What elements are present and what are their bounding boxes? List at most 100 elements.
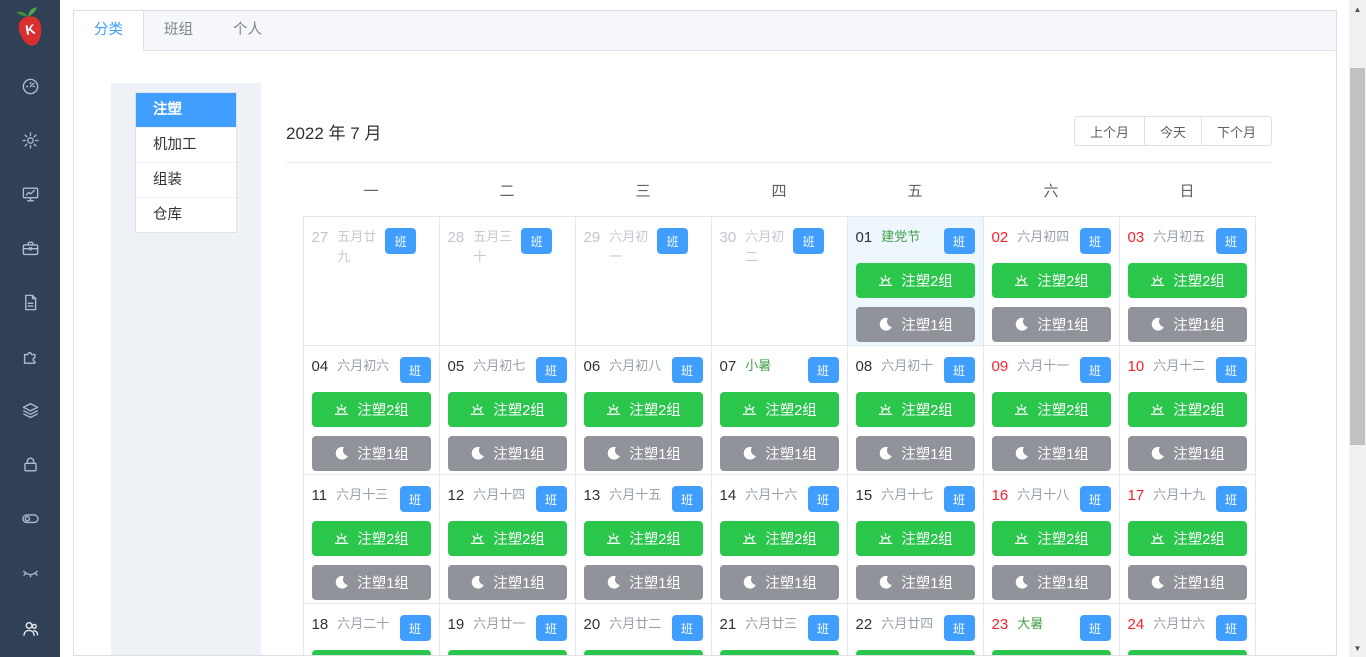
shift-badge[interactable]: 班 (1215, 228, 1247, 254)
scrollbar-thumb[interactable] (1350, 68, 1365, 445)
day-shift-button[interactable]: 注塑2组 (719, 392, 839, 427)
shift-badge[interactable]: 班 (1079, 228, 1111, 254)
day-shift-button[interactable]: 注塑2组 (1127, 521, 1247, 556)
night-shift-button[interactable]: 注塑1组 (855, 436, 975, 471)
day-shift-button[interactable]: 注塑2组 (1127, 263, 1247, 298)
lock-icon[interactable] (0, 437, 60, 491)
shift-badge[interactable]: 班 (1079, 357, 1111, 383)
tab-1[interactable]: 班组 (144, 11, 213, 50)
weekday-header: 日 (1179, 183, 1195, 200)
night-shift-button[interactable]: 注塑1组 (447, 436, 567, 471)
shift-badge[interactable]: 班 (943, 615, 975, 641)
night-shift-button[interactable]: 注塑1组 (583, 565, 703, 600)
category-item-0[interactable]: 注塑 (136, 93, 236, 128)
shift-badge[interactable]: 班 (657, 228, 689, 254)
night-shift-button[interactable]: 注塑1组 (1127, 565, 1247, 600)
day-shift-button[interactable]: 注塑2组 (1127, 392, 1247, 427)
day-shift-button[interactable]: 注塑2组 (447, 392, 567, 427)
day-shift-button[interactable]: 注塑2组 (311, 521, 431, 556)
day-shift-button[interactable]: 注塑2组 (991, 392, 1111, 427)
shift-badge[interactable]: 班 (1215, 357, 1247, 383)
toggle-icon[interactable] (0, 491, 60, 545)
day-shift-button[interactable]: 注塑2组 (719, 521, 839, 556)
day-shift-button[interactable]: 注塑2组 (719, 650, 839, 655)
puzzle-icon[interactable] (0, 329, 60, 383)
shift-badge[interactable]: 班 (535, 357, 567, 383)
day-shift-button[interactable]: 注塑2组 (447, 650, 567, 655)
shift-badge[interactable]: 班 (671, 357, 703, 383)
day-shift-button[interactable]: 注塑2组 (311, 392, 431, 427)
day-shift-button[interactable]: 注塑2组 (583, 392, 703, 427)
day-shift-button[interactable]: 注塑2组 (855, 521, 975, 556)
eye-closed-icon[interactable] (0, 545, 60, 599)
shift-badge[interactable]: 班 (807, 486, 839, 512)
settings-icon[interactable] (0, 113, 60, 167)
category-item-2[interactable]: 组装 (136, 163, 236, 198)
shift-badge[interactable]: 班 (943, 357, 975, 383)
day-shift-button[interactable]: 注塑2组 (583, 650, 703, 655)
night-shift-button[interactable]: 注塑1组 (855, 307, 975, 342)
day-shift-button[interactable]: 注塑2组 (991, 521, 1111, 556)
tab-2[interactable]: 个人 (213, 11, 282, 50)
day-shift-button[interactable]: 注塑2组 (855, 392, 975, 427)
night-shift-button[interactable]: 注塑1组 (1127, 436, 1247, 471)
document-icon[interactable] (0, 275, 60, 329)
scroll-up-arrow[interactable]: ▲ (1349, 1, 1366, 17)
day-shift-button[interactable]: 注塑2组 (991, 263, 1111, 298)
shift-badge[interactable]: 班 (535, 486, 567, 512)
night-shift-button[interactable]: 注塑1组 (1127, 307, 1247, 342)
shift-badge[interactable]: 班 (671, 486, 703, 512)
night-shift-label: 注塑1组 (493, 447, 545, 463)
night-shift-button[interactable]: 注塑1组 (311, 565, 431, 600)
app-logo[interactable]: K (9, 5, 51, 51)
page-scrollbar[interactable]: ▲ ▼ (1349, 0, 1366, 657)
day-shift-button[interactable]: 注塑2组 (991, 650, 1111, 655)
shift-badge[interactable]: 班 (807, 615, 839, 641)
tab-0[interactable]: 分类 (74, 11, 144, 51)
day-shift-button[interactable]: 注塑2组 (855, 650, 975, 655)
shift-badge[interactable]: 班 (671, 615, 703, 641)
monitor-chart-icon[interactable] (0, 167, 60, 221)
shift-badge[interactable]: 班 (793, 228, 825, 254)
day-shift-button[interactable]: 注塑2组 (583, 521, 703, 556)
shift-badge[interactable]: 班 (807, 357, 839, 383)
night-shift-button[interactable]: 注塑1组 (311, 436, 431, 471)
day-shift-button[interactable]: 注塑2组 (855, 263, 975, 298)
layers-icon[interactable] (0, 383, 60, 437)
night-shift-button[interactable]: 注塑1组 (991, 436, 1111, 471)
category-item-1[interactable]: 机加工 (136, 128, 236, 163)
shift-badge[interactable]: 班 (1215, 486, 1247, 512)
shift-badge[interactable]: 班 (1215, 615, 1247, 641)
calendar-cell: 30 六月初二班 (711, 217, 848, 346)
shift-badge[interactable]: 班 (943, 228, 975, 254)
shift-badge[interactable]: 班 (521, 228, 553, 254)
scroll-down-arrow[interactable]: ▼ (1349, 640, 1366, 656)
night-shift-button[interactable]: 注塑1组 (719, 436, 839, 471)
briefcase-icon[interactable] (0, 221, 60, 275)
shift-badge[interactable]: 班 (399, 486, 431, 512)
today-button[interactable]: 今天 (1143, 117, 1201, 145)
shift-badge[interactable]: 班 (1079, 486, 1111, 512)
day-shift-button[interactable]: 注塑2组 (447, 521, 567, 556)
night-shift-button[interactable]: 注塑1组 (583, 436, 703, 471)
shift-badge[interactable]: 班 (943, 486, 975, 512)
shift-badge[interactable]: 班 (385, 228, 417, 254)
night-shift-button[interactable]: 注塑1组 (719, 565, 839, 600)
shift-badge[interactable]: 班 (399, 357, 431, 383)
day-shift-button[interactable]: 注塑2组 (1127, 650, 1247, 655)
moon-icon (877, 316, 894, 333)
category-item-3[interactable]: 仓库 (136, 198, 236, 232)
night-shift-button[interactable]: 注塑1组 (447, 565, 567, 600)
prev-month-button[interactable]: 上个月 (1074, 117, 1144, 145)
night-shift-button[interactable]: 注塑1组 (991, 565, 1111, 600)
cell-header: 27 五月廿九班 (312, 227, 431, 267)
shift-badge[interactable]: 班 (535, 615, 567, 641)
shift-badge[interactable]: 班 (1079, 615, 1111, 641)
dashboard-icon[interactable] (0, 59, 60, 113)
shift-badge[interactable]: 班 (399, 615, 431, 641)
next-month-button[interactable]: 下个月 (1200, 117, 1271, 145)
night-shift-button[interactable]: 注塑1组 (991, 307, 1111, 342)
night-shift-button[interactable]: 注塑1组 (855, 565, 975, 600)
day-shift-button[interactable]: 注塑2组 (311, 650, 431, 655)
user-icon[interactable] (0, 601, 60, 655)
